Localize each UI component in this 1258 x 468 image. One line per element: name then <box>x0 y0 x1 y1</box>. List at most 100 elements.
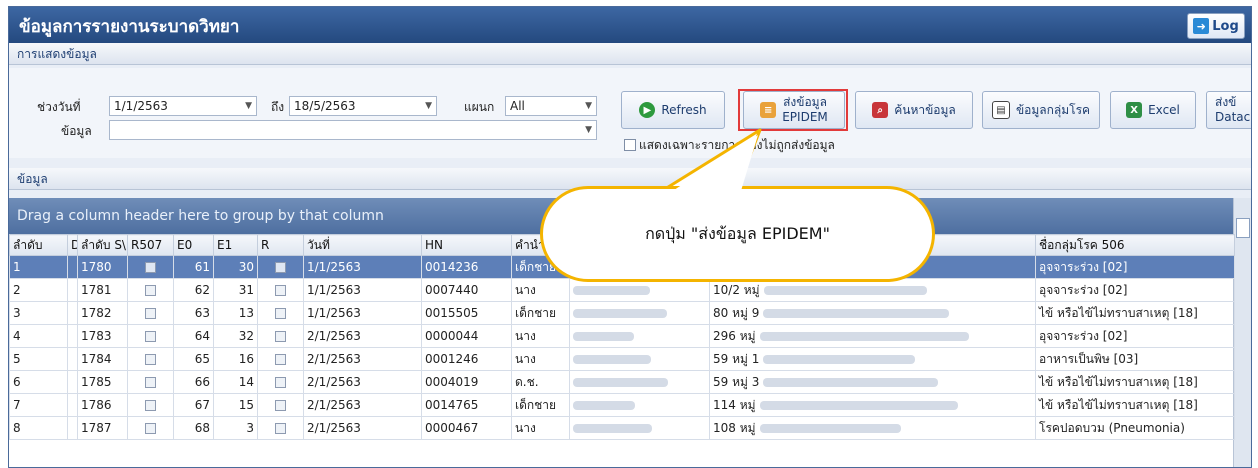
excel-button[interactable]: X Excel <box>1110 91 1196 129</box>
column-header[interactable]: ลำดับ <box>9 234 68 256</box>
row-checkbox[interactable] <box>275 354 286 365</box>
prefix-cell: นาง <box>511 347 570 371</box>
row-checkbox[interactable] <box>275 331 286 342</box>
address-text: 114 หมู่ <box>713 397 756 412</box>
name-cell <box>569 347 710 371</box>
row-checkbox[interactable] <box>145 354 156 365</box>
chevron-down-icon[interactable]: ▼ <box>585 97 592 115</box>
address-text: 59 หมู่ 3 <box>713 374 760 389</box>
sequence-cell: 1781 <box>77 278 128 302</box>
r507-checkbox-cell <box>127 278 174 302</box>
r-checkbox-cell <box>257 370 304 394</box>
disease-group-cell: ไข้ หรือไข้ไม่ทราบสาเหตุ [18] <box>1035 393 1235 417</box>
table-row[interactable]: 8 1787 68 3 2/1/2563 0000467 นาง 108 หมู่ โรคปอด… <box>9 416 1235 440</box>
e1-cell: 31 <box>213 278 258 302</box>
column-header[interactable]: R507 <box>127 234 174 256</box>
redacted-address <box>763 377 939 387</box>
row-number: 4 <box>9 324 68 348</box>
search-data-button[interactable]: ⌕ ค้นหาข้อมูล <box>855 91 973 129</box>
hn-cell: 0004019 <box>421 370 512 394</box>
dept-label: แผนก <box>464 100 495 114</box>
search-icon: ⌕ <box>872 102 889 118</box>
data-select[interactable]: ▼ <box>109 120 597 140</box>
disease-group-button[interactable]: ▤ ข้อมูลกลุ่มโรค <box>982 91 1100 129</box>
row-checkbox[interactable] <box>275 262 286 273</box>
e1-cell: 32 <box>213 324 258 348</box>
r507-checkbox-cell <box>127 301 174 325</box>
date-cell: 1/1/2563 <box>303 301 422 325</box>
r507-checkbox-cell <box>127 324 174 348</box>
chevron-down-icon[interactable]: ▼ <box>425 97 432 115</box>
date-cell: 1/1/2563 <box>303 278 422 302</box>
d-cell <box>67 347 78 371</box>
window-title: ข้อมูลการรายงานระบาดวิทยา <box>19 17 240 37</box>
table-row[interactable]: 3 1782 63 13 1/1/2563 0015505 เด็กชาย 80 หมู่ 9… <box>9 301 1235 325</box>
prefix-cell: นาง <box>511 278 570 302</box>
row-checkbox[interactable] <box>275 423 286 434</box>
disease-group-cell: อุจจาระร่วง [02] <box>1035 255 1235 279</box>
row-checkbox[interactable] <box>145 331 156 342</box>
r507-checkbox-cell <box>127 255 174 279</box>
address-cell: 59 หมู่ 1 <box>709 347 1036 371</box>
log-button[interactable]: ➜ Log <box>1187 13 1245 39</box>
prefix-cell: ด.ช. <box>511 370 570 394</box>
column-header[interactable]: วันที่ <box>303 234 422 256</box>
date-to-input[interactable]: 18/5/2563 ▼ <box>289 96 437 116</box>
name-cell <box>569 301 710 325</box>
row-checkbox[interactable] <box>145 423 156 434</box>
address-text: 59 หมู่ 1 <box>713 351 760 366</box>
table-row[interactable]: 6 1785 66 14 2/1/2563 0004019 ด.ช. 59 หมู่ 3 ไข้… <box>9 370 1235 394</box>
row-checkbox[interactable] <box>145 377 156 388</box>
column-header[interactable]: ชื่อกลุ่มโรค 506 <box>1035 234 1235 256</box>
dept-select[interactable]: All ▼ <box>505 96 597 116</box>
column-header[interactable]: ลำดับ S\ <box>77 234 128 256</box>
table-row[interactable]: 4 1783 64 32 2/1/2563 0000044 นาง 296 หมู่ อุจจา… <box>9 324 1235 348</box>
column-header[interactable]: E1 <box>213 234 258 256</box>
d-cell <box>67 301 78 325</box>
hn-cell: 0007440 <box>421 278 512 302</box>
row-checkbox[interactable] <box>275 308 286 319</box>
only-unsent-label: แสดงเฉพาะรายการที่ยังไม่ถูกส่งข้อมูล <box>639 138 835 152</box>
refresh-button[interactable]: ▶ Refresh <box>621 91 725 129</box>
e0-cell: 65 <box>173 347 214 371</box>
hn-cell: 0000044 <box>421 324 512 348</box>
row-checkbox[interactable] <box>145 262 156 273</box>
e0-cell: 68 <box>173 416 214 440</box>
scroll-thumb[interactable] <box>1236 218 1250 238</box>
column-header[interactable]: R <box>257 234 304 256</box>
e0-cell: 62 <box>173 278 214 302</box>
table-row[interactable]: 5 1784 65 16 2/1/2563 0001246 นาง 59 หมู่ 1 อาหา… <box>9 347 1235 371</box>
chevron-down-icon[interactable]: ▼ <box>585 121 592 139</box>
only-unsent-checkbox[interactable] <box>624 139 636 151</box>
data-label: ข้อมูล <box>61 124 92 138</box>
row-checkbox[interactable] <box>275 377 286 388</box>
column-header[interactable]: HN <box>421 234 512 256</box>
e0-cell: 67 <box>173 393 214 417</box>
r-checkbox-cell <box>257 324 304 348</box>
r-checkbox-cell <box>257 416 304 440</box>
row-checkbox[interactable] <box>145 285 156 296</box>
address-cell: 296 หมู่ <box>709 324 1036 348</box>
row-checkbox[interactable] <box>145 308 156 319</box>
date-to-value: 18/5/2563 <box>294 99 356 113</box>
redacted-name <box>573 401 635 410</box>
r-checkbox-cell <box>257 301 304 325</box>
disease-group-cell: อุจจาระร่วง [02] <box>1035 278 1235 302</box>
column-header[interactable]: E0 <box>173 234 214 256</box>
chevron-down-icon[interactable]: ▼ <box>245 97 252 115</box>
redacted-name <box>573 286 650 295</box>
row-checkbox[interactable] <box>275 400 286 411</box>
table-row[interactable]: 7 1786 67 15 2/1/2563 0014765 เด็กชาย 114 หมู่ ไ… <box>9 393 1235 417</box>
address-text: 108 หมู่ <box>713 420 756 435</box>
row-number: 6 <box>9 370 68 394</box>
vertical-scrollbar[interactable] <box>1233 198 1251 467</box>
column-header[interactable]: D <box>67 234 78 256</box>
row-checkbox[interactable] <box>145 400 156 411</box>
row-checkbox[interactable] <box>275 285 286 296</box>
hn-cell: 0001246 <box>421 347 512 371</box>
r507-checkbox-cell <box>127 393 174 417</box>
date-from-input[interactable]: 1/1/2563 ▼ <box>109 96 257 116</box>
e1-cell: 16 <box>213 347 258 371</box>
dept-value: All <box>510 99 525 113</box>
send-datacenter-button[interactable]: ส่งข้ Datac <box>1206 91 1251 129</box>
